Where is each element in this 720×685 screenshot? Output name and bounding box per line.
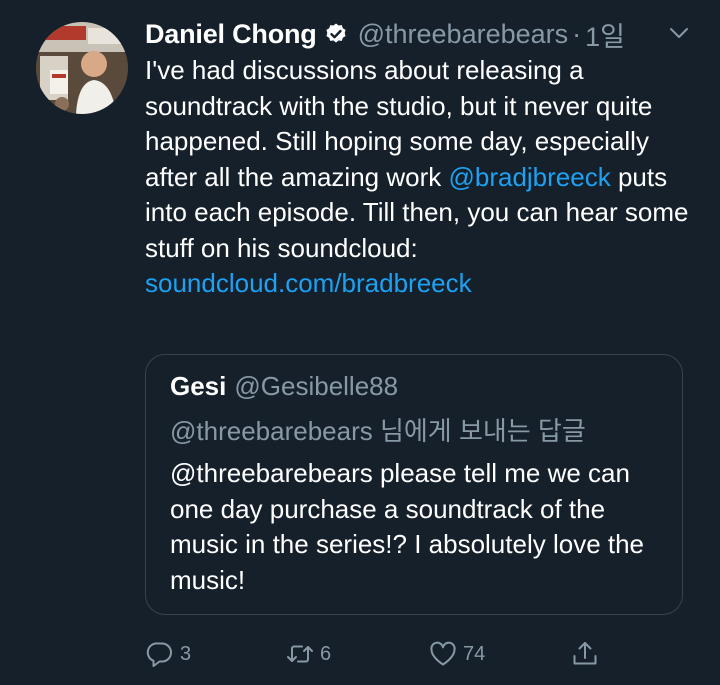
avatar[interactable] xyxy=(36,22,128,114)
heart-icon xyxy=(430,641,456,666)
verified-badge-icon xyxy=(324,22,348,46)
like-count: 74 xyxy=(463,642,486,665)
quoted-reply-to: @threebarebears 님에게 보내는 답글 xyxy=(170,416,586,446)
quoted-header: Gesi @Gesibelle88 xyxy=(170,371,398,402)
separator-dot: · xyxy=(572,18,582,49)
timestamp[interactable]: 1일 xyxy=(585,15,625,54)
retweet-button[interactable]: 6 xyxy=(285,636,331,672)
retweet-icon xyxy=(287,645,313,663)
share-button[interactable] xyxy=(570,636,600,672)
quoted-text: @threebarebears please tell me we can on… xyxy=(170,458,645,595)
tweet-text: I've had discussions about releasing a s… xyxy=(145,53,690,302)
action-bar: 3 6 74 xyxy=(0,636,720,676)
reply-icon xyxy=(146,642,172,667)
quoted-display-name: Gesi xyxy=(170,371,227,401)
retweet-count: 6 xyxy=(320,642,332,665)
quoted-handle: @Gesibelle88 xyxy=(234,371,399,401)
reply-count: 3 xyxy=(180,642,192,665)
soundcloud-link[interactable]: soundcloud.com/bradbreeck xyxy=(145,268,472,298)
profile-photo-icon xyxy=(36,22,128,114)
reply-button[interactable]: 3 xyxy=(145,636,191,672)
tweet-header: Daniel Chong @threebarebears · 1일 xyxy=(145,14,625,54)
display-name[interactable]: Daniel Chong xyxy=(145,19,317,50)
chevron-down-icon[interactable] xyxy=(668,22,690,44)
like-button[interactable]: 74 xyxy=(428,636,485,672)
quoted-tweet[interactable]: Gesi @Gesibelle88 @threebarebears 님에게 보내는… xyxy=(145,354,683,615)
tweet[interactable]: Daniel Chong @threebarebears · 1일 I've h… xyxy=(0,0,720,685)
share-icon xyxy=(573,642,597,665)
mention-link[interactable]: @bradjbreeck xyxy=(448,162,610,192)
author-handle[interactable]: @threebarebears xyxy=(358,19,569,50)
